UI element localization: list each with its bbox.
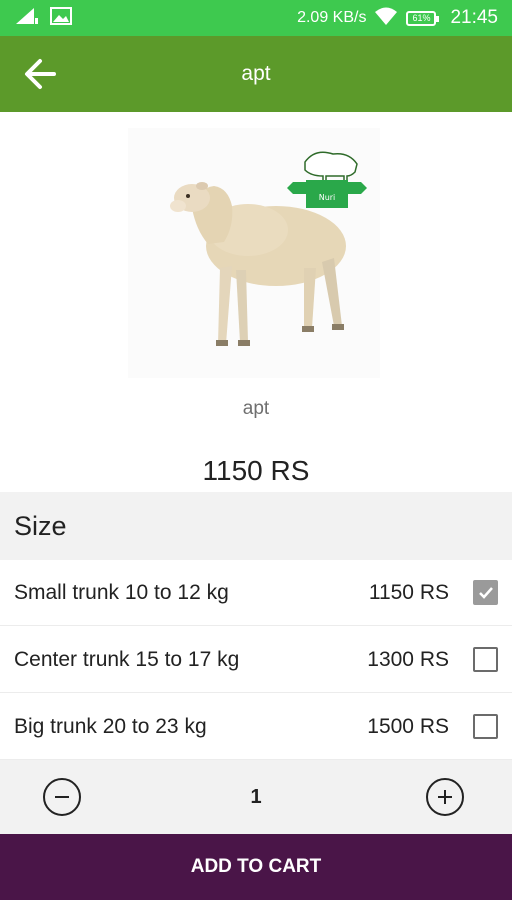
arrow-left-icon	[20, 59, 60, 98]
size-option-checkbox[interactable]	[473, 580, 498, 605]
badge-text: Nuri	[319, 193, 336, 202]
sheep-image: Nuri	[170, 151, 367, 346]
add-to-cart-button[interactable]: ADD TO CART	[0, 834, 512, 900]
battery-icon: 61%	[406, 10, 440, 26]
product-name: apt	[242, 398, 270, 419]
check-icon	[478, 586, 493, 599]
battery-level: 61%	[412, 13, 431, 23]
size-option-checkbox[interactable]	[473, 647, 498, 672]
brand-logo: Nuri	[287, 151, 367, 208]
size-option-price: 1150 RS	[368, 580, 449, 604]
size-option-checkbox[interactable]	[473, 714, 498, 739]
size-option-label: Center trunk 15 to 17 kg	[14, 647, 240, 671]
app-bar: apt	[0, 36, 512, 112]
quantity-stepper: 1	[0, 760, 512, 834]
plus-circle-icon	[438, 790, 452, 804]
size-section-title: Size	[0, 492, 512, 560]
size-option-price: 1300 RS	[367, 647, 449, 671]
size-option-small[interactable]: Small trunk 10 to 12 kg 1150 RS	[0, 560, 512, 626]
size-option-label: Small trunk 10 to 12 kg	[14, 580, 229, 604]
signal-icon	[14, 6, 40, 31]
size-option-price: 1500 RS	[367, 714, 449, 738]
size-option-label: Big trunk 20 to 23 kg	[14, 714, 207, 738]
product-image: Nuri	[128, 128, 380, 378]
size-option-center[interactable]: Center trunk 15 to 17 kg 1300 RS	[0, 627, 512, 693]
back-button[interactable]	[20, 54, 60, 94]
increase-quantity-button[interactable]	[426, 778, 464, 816]
status-bar: 2.09 KB/s 61% 21:45	[0, 0, 512, 36]
page-title: apt	[241, 62, 271, 85]
network-speed: 2.09 KB/s	[297, 9, 367, 26]
wifi-icon	[374, 6, 398, 31]
clock: 21:45	[450, 7, 498, 28]
gallery-icon	[50, 6, 72, 31]
size-option-big[interactable]: Big trunk 20 to 23 kg 1500 RS	[0, 694, 512, 760]
product-price: 1150 RS	[202, 455, 310, 486]
